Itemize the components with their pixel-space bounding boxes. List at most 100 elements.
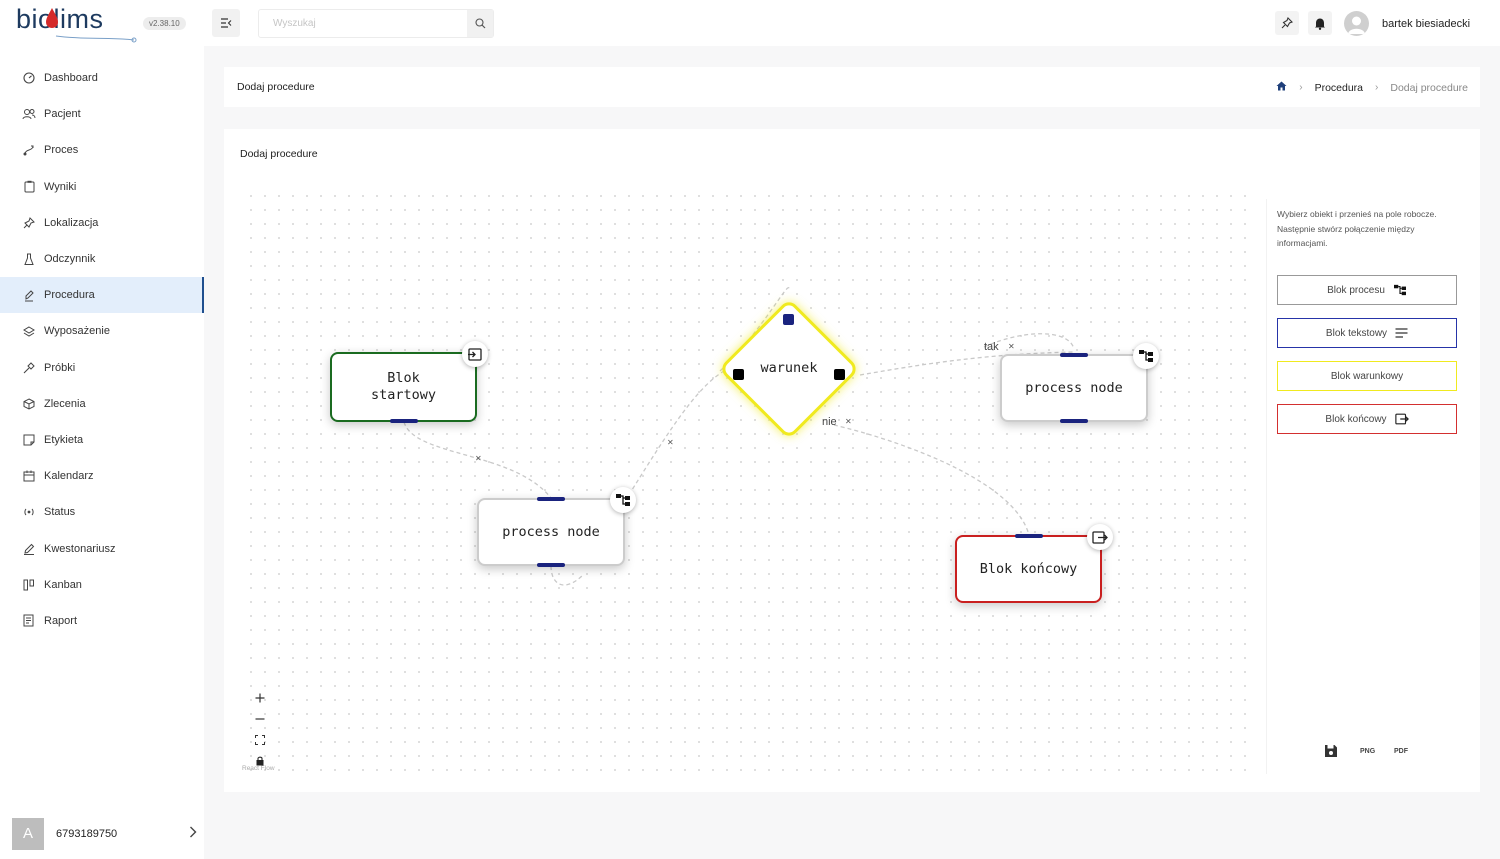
node-process[interactable]: process node bbox=[477, 487, 636, 567]
sidebar-item-raport[interactable]: Raport bbox=[0, 603, 204, 639]
sidebar-item-zlecenia[interactable]: Zlecenia bbox=[0, 386, 204, 422]
sidebar-item-kwestonariusz[interactable]: Kwestonariusz bbox=[0, 530, 204, 566]
hierarchy-icon bbox=[1133, 343, 1159, 369]
edge-condition-no[interactable] bbox=[833, 424, 1030, 536]
sidebar-item-lokalizacja[interactable]: Lokalizacja bbox=[0, 205, 204, 241]
node-handle[interactable] bbox=[537, 563, 565, 567]
chevron-right-icon[interactable] bbox=[189, 825, 197, 843]
sidebar-item-kalendarz[interactable]: Kalendarz bbox=[0, 458, 204, 494]
flow-canvas[interactable]: ✕ ✕ tak ✕ nie ✕ Blok startowy process no… bbox=[242, 189, 1256, 779]
clipboard-icon bbox=[22, 180, 36, 194]
sidebar-item-kanban[interactable]: Kanban bbox=[0, 567, 204, 603]
react-flow-attribution[interactable]: React Flow bbox=[242, 765, 275, 772]
edge-process-to-condition[interactable] bbox=[624, 370, 725, 502]
logo-drop-icon bbox=[46, 8, 137, 43]
sidebar-item-etykieta[interactable]: Etykieta bbox=[0, 422, 204, 458]
save-button[interactable] bbox=[1324, 744, 1338, 760]
node-label: process node bbox=[1025, 379, 1123, 396]
node-handle[interactable] bbox=[1014, 534, 1043, 538]
sidebar-item-wyniki[interactable]: Wyniki bbox=[0, 169, 204, 205]
avatar: A bbox=[12, 817, 44, 850]
hierarchy-icon bbox=[610, 487, 636, 513]
node-handle[interactable] bbox=[537, 497, 565, 501]
search-icon bbox=[474, 18, 485, 29]
pin-icon bbox=[1281, 17, 1293, 29]
palette-process-block[interactable]: Blok procesu bbox=[1277, 275, 1457, 305]
search-input[interactable] bbox=[259, 10, 467, 37]
node-process[interactable]: process node bbox=[1000, 343, 1159, 423]
palette-end-block[interactable]: Blok końcowy bbox=[1277, 404, 1457, 434]
breadcrumb-current: Dodaj procedure bbox=[1390, 81, 1468, 94]
zoom-in-button[interactable] bbox=[250, 687, 270, 708]
layers-icon bbox=[22, 324, 36, 338]
sidebar-item-label: Wyposażenie bbox=[44, 325, 110, 338]
chevron-right-icon: › bbox=[1299, 82, 1303, 93]
sidebar-item-label: Dashboard bbox=[44, 72, 98, 85]
minus-icon bbox=[255, 717, 265, 720]
edge-delete-icon[interactable]: ✕ bbox=[667, 438, 674, 447]
node-end[interactable]: Blok końcowy bbox=[955, 524, 1113, 603]
page-header: Dodaj procedure › Procedura › Dodaj proc… bbox=[224, 67, 1480, 107]
sidebar-user[interactable]: A 6793189750 bbox=[12, 817, 197, 850]
home-icon[interactable] bbox=[1276, 81, 1287, 94]
lock-icon bbox=[256, 756, 264, 765]
sidebar-item-label: Raport bbox=[44, 614, 78, 627]
pipette-icon bbox=[22, 361, 36, 375]
app-logo[interactable]: biolims bbox=[16, 4, 140, 44]
node-handle[interactable] bbox=[1060, 419, 1088, 423]
package-icon bbox=[22, 397, 36, 411]
calendar-icon bbox=[22, 469, 36, 483]
fit-view-icon bbox=[255, 734, 265, 745]
sidebar-item-label: Lokalizacja bbox=[44, 216, 99, 229]
zoom-out-button[interactable] bbox=[250, 708, 270, 729]
sidebar-item-label: Proces bbox=[44, 144, 79, 157]
breadcrumb-procedura[interactable]: Procedura bbox=[1315, 82, 1363, 94]
sidebar-item-label: Kanban bbox=[44, 578, 82, 591]
node-condition[interactable]: warunek bbox=[718, 298, 860, 440]
sidebar-item-proces[interactable]: Proces bbox=[0, 132, 204, 168]
sidebar-item-label: Kwestonariusz bbox=[44, 542, 116, 555]
flow-controls bbox=[250, 687, 270, 771]
menu-toggle-button[interactable] bbox=[212, 9, 240, 37]
text-lines-icon bbox=[1395, 328, 1408, 338]
export-pdf-button[interactable]: PDF bbox=[1394, 748, 1408, 755]
breadcrumb: › Procedura › Dodaj procedure bbox=[1276, 81, 1468, 94]
sidebar-item-status[interactable]: Status bbox=[0, 494, 204, 530]
sidebar-item-label: Etykieta bbox=[44, 433, 84, 446]
node-handle[interactable] bbox=[783, 314, 794, 325]
sidebar-item-label: Zlecenia bbox=[44, 397, 86, 410]
node-start[interactable]: Blok startowy bbox=[330, 341, 488, 423]
hierarchy-icon bbox=[1393, 284, 1407, 296]
user-menu[interactable]: bartek biesiadecki bbox=[1344, 11, 1470, 36]
sidebar-item-label: Status bbox=[44, 506, 76, 519]
user-name: bartek biesiadecki bbox=[1382, 17, 1471, 30]
search-button[interactable] bbox=[467, 10, 493, 37]
pencil-icon bbox=[22, 542, 36, 556]
logout-icon bbox=[1394, 413, 1409, 425]
fit-view-button[interactable] bbox=[250, 729, 270, 750]
notifications-button[interactable] bbox=[1308, 11, 1332, 35]
palette-label: Blok końcowy bbox=[1325, 413, 1387, 425]
sidebar-item-probki[interactable]: Próbki bbox=[0, 350, 204, 386]
pin-button[interactable] bbox=[1275, 11, 1299, 35]
sidebar-item-dashboard[interactable]: Dashboard bbox=[0, 60, 204, 96]
flow-edges bbox=[403, 287, 1075, 586]
sidebar-item-wyposazenie[interactable]: Wyposażenie bbox=[0, 313, 204, 349]
edge-delete-icon[interactable]: ✕ bbox=[1008, 342, 1015, 351]
edge-process-bottom[interactable] bbox=[550, 565, 585, 586]
palette-text-block[interactable]: Blok tekstowy bbox=[1277, 318, 1457, 348]
login-icon bbox=[462, 341, 488, 367]
edge-delete-icon[interactable]: ✕ bbox=[475, 454, 482, 463]
node-handle[interactable] bbox=[389, 419, 418, 423]
sidebar-item-label: Odczynnik bbox=[44, 253, 96, 266]
sidebar-item-odczynnik[interactable]: Odczynnik bbox=[0, 241, 204, 277]
sidebar-item-pacjent[interactable]: Pacjent bbox=[0, 96, 204, 132]
export-png-button[interactable]: PNG bbox=[1360, 748, 1375, 755]
note-icon bbox=[22, 288, 36, 302]
palette-condition-block[interactable]: Blok warunkowy bbox=[1277, 361, 1457, 391]
node-label: Blok startowy bbox=[370, 370, 437, 403]
sidebar-item-label: Kalendarz bbox=[44, 470, 94, 483]
sidebar-item-procedura[interactable]: Procedura bbox=[0, 277, 204, 314]
node-handle[interactable] bbox=[1060, 353, 1088, 357]
dashboard-icon bbox=[22, 71, 36, 85]
